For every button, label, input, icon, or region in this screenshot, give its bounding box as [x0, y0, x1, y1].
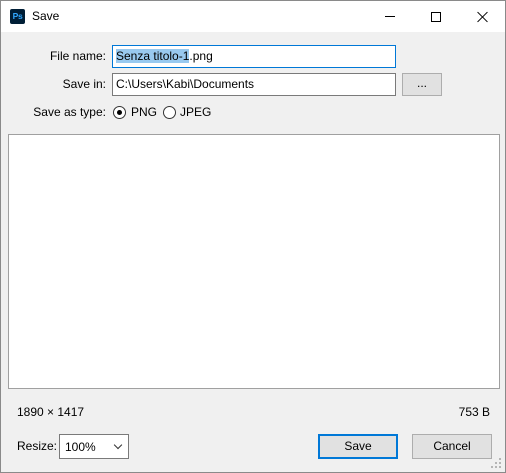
- jpeg-radio-label[interactable]: JPEG: [180, 105, 211, 120]
- file-name-extension: .png: [189, 49, 213, 63]
- maximize-button[interactable]: [413, 1, 459, 32]
- maximize-icon: [431, 11, 441, 22]
- file-name-label: File name:: [49, 49, 106, 63]
- file-size: 753 B: [458, 405, 490, 419]
- save-dialog: Ps Save File name: Senza titolo-1.png Sa…: [0, 0, 506, 473]
- resize-dropdown[interactable]: 100%: [59, 434, 129, 459]
- chevron-down-icon: [113, 440, 123, 450]
- cancel-button[interactable]: Cancel: [412, 434, 492, 459]
- save-button[interactable]: Save: [318, 434, 398, 459]
- resize-grip-icon[interactable]: [491, 458, 503, 470]
- jpeg-radio[interactable]: [163, 106, 176, 119]
- image-dimensions: 1890 × 1417: [17, 405, 85, 419]
- image-preview-area: [8, 134, 500, 389]
- photoshop-app-icon: Ps: [10, 9, 25, 24]
- file-name-selected-text: Senza titolo-1: [116, 49, 190, 63]
- window-title: Save: [32, 9, 60, 23]
- browse-folder-button[interactable]: ...: [402, 73, 442, 96]
- resize-value: 100%: [65, 440, 96, 454]
- file-name-input[interactable]: Senza titolo-1.png: [112, 45, 396, 68]
- save-as-type-label: Save as type:: [33, 105, 106, 119]
- title-bar[interactable]: Ps Save: [1, 1, 505, 32]
- save-in-label: Save in:: [62, 77, 106, 91]
- png-radio-label[interactable]: PNG: [131, 105, 157, 120]
- png-radio[interactable]: [113, 106, 126, 119]
- resize-label: Resize:: [17, 439, 58, 453]
- minimize-button[interactable]: [367, 1, 413, 32]
- minimize-icon: [385, 16, 395, 17]
- close-button[interactable]: [459, 1, 505, 32]
- close-icon: [476, 11, 488, 23]
- save-in-input[interactable]: C:\Users\Kabi\Documents: [112, 73, 396, 96]
